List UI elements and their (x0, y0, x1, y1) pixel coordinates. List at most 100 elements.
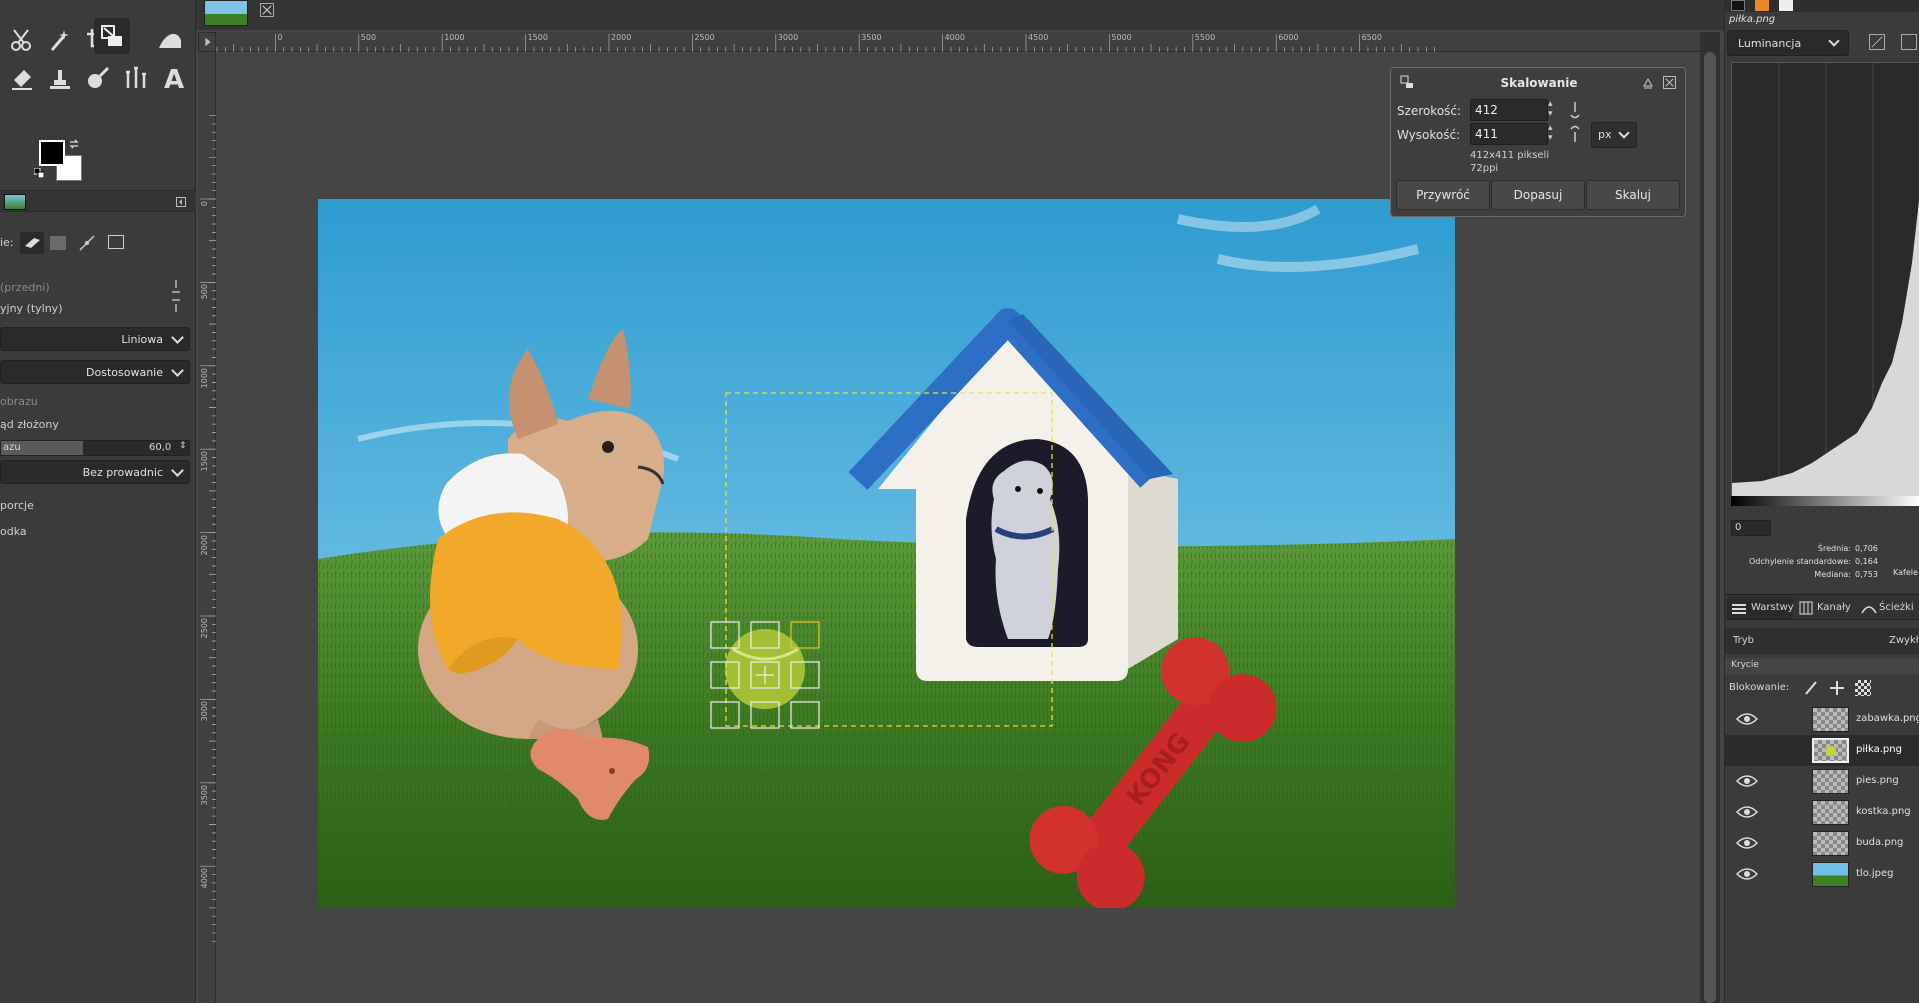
layer-row[interactable]: pies.png (1725, 766, 1919, 797)
image-canvas[interactable]: KONG (318, 199, 1455, 908)
text-icon[interactable]: A (156, 60, 192, 96)
unit-dropdown[interactable]: px (1591, 122, 1637, 148)
vertical-scrollbar[interactable] (1700, 32, 1720, 1003)
histogram-channel-value: Luminancja (1738, 37, 1802, 50)
ruler-label: 4000 (200, 868, 209, 889)
height-spinner-icon[interactable]: ▴ ▾ (1548, 123, 1562, 145)
paths-icon (1861, 606, 1877, 614)
eye-icon[interactable] (1735, 773, 1759, 789)
lock-pixels-icon[interactable] (1803, 680, 1819, 696)
layer-row[interactable]: zabawka.png (1725, 704, 1919, 735)
clone-icon[interactable] (42, 60, 78, 96)
around-center-label[interactable]: odka (0, 525, 27, 538)
ruler-label: 1500 (200, 451, 209, 472)
fit-button[interactable]: Dopasuj (1491, 180, 1585, 210)
scrollbar-thumb[interactable] (1704, 52, 1716, 1003)
eye-icon[interactable] (1735, 866, 1759, 882)
reset-button[interactable]: Przywróć (1396, 180, 1490, 210)
eye-icon[interactable] (1735, 804, 1759, 820)
scale-icon[interactable] (94, 18, 130, 54)
log-histogram-icon[interactable] (1901, 34, 1917, 50)
transform-path-icon[interactable] (78, 234, 96, 252)
width-label: Szerokość: (1397, 104, 1462, 118)
histogram-chart (1731, 62, 1919, 497)
layers-icon (1732, 604, 1746, 614)
layer-opacity-slider[interactable]: Krycie (1725, 658, 1919, 674)
height-input[interactable]: 411 (1470, 123, 1548, 145)
vertical-ruler[interactable]: 0 500 1000 1500 2000 2500 3000 3500 4000 (198, 52, 216, 1003)
brush-swatch[interactable] (1731, 0, 1745, 11)
opacity-slider-label: azu (3, 442, 21, 453)
tool-options-tabbar (0, 190, 196, 212)
tab-channels[interactable]: Kanały (1797, 597, 1857, 619)
brush-preview-strip (1725, 0, 1919, 12)
toolbox-panel: A ie: (przedni) yjny (tylny) Liniowa Dos… (0, 0, 196, 1003)
scissors-select-icon[interactable] (4, 22, 40, 58)
transform-image-icon[interactable] (108, 235, 124, 249)
foreground-color-swatch[interactable] (39, 140, 65, 166)
clipping-value: Dostosowanie (86, 365, 163, 379)
layer-name: zabawka.png (1856, 713, 1919, 724)
horizontal-ruler[interactable]: 0 500 1000 1500 2000 2500 3000 3500 4000 4500 5000… (216, 32, 1700, 52)
measure-icon[interactable] (118, 60, 154, 96)
layer-row[interactable]: kostka.png (1725, 797, 1919, 828)
keep-aspect-label[interactable]: porcje (0, 499, 34, 512)
image-tab-bar (196, 0, 1724, 30)
smudge-icon[interactable] (80, 60, 116, 96)
layers-dock-tabbar: Warstwy Kanały Ścieżki (1725, 594, 1919, 620)
layer-row[interactable]: tlo.jpeg (1725, 859, 1919, 890)
scale-button[interactable]: Skaluj (1586, 180, 1680, 210)
layer-thumbnail (1812, 831, 1849, 856)
layer-row[interactable]: buda.png (1725, 828, 1919, 859)
image-thumbnail-icon[interactable] (4, 194, 26, 210)
chain-link-icon[interactable] (1568, 100, 1582, 144)
swap-colors-icon[interactable] (68, 138, 80, 150)
panel-menu-icon[interactable] (176, 197, 186, 207)
show-image-preview-label[interactable]: obrazu (0, 395, 38, 408)
interpolation-dropdown[interactable]: Liniowa (0, 327, 190, 351)
linear-histogram-icon[interactable] (1869, 34, 1885, 50)
ruler-label: 1000 (200, 367, 209, 389)
tab-paths[interactable]: Ścieżki (1859, 597, 1919, 619)
layer-mode-row[interactable]: Tryb Zwykły (1725, 628, 1919, 654)
warp-icon[interactable] (152, 22, 188, 58)
tab-layers[interactable]: Warstwy (1727, 597, 1794, 619)
guides-dropdown[interactable]: Bez prowadnic (0, 460, 190, 484)
eye-icon[interactable] (1735, 711, 1759, 727)
close-icon[interactable] (260, 3, 274, 17)
default-colors-icon[interactable] (33, 167, 45, 179)
ball-preview (1826, 746, 1836, 756)
gradient-swatch[interactable] (1779, 0, 1793, 11)
chain-link-icon[interactable] (170, 278, 182, 314)
ruler-label: 0 (277, 33, 283, 42)
scale-dialog: Skalowanie Szerokość: 412 ▴ ▾ Wysokość: 4… (1390, 67, 1686, 217)
eye-icon[interactable] (1735, 835, 1759, 851)
spin-arrows-icon[interactable]: ⇕ (179, 441, 187, 451)
width-spinner-icon[interactable]: ▴ ▾ (1548, 99, 1562, 121)
ruler-corner-menu-icon[interactable] (198, 32, 216, 52)
lock-alpha-icon[interactable] (1855, 680, 1871, 696)
transform-layer-icon[interactable] (20, 232, 44, 254)
ruler-label: 2500 (694, 33, 715, 42)
ruler-label: 1500 (527, 33, 548, 42)
fuzzy-select-icon[interactable] (42, 22, 78, 58)
width-input[interactable]: 412 (1470, 99, 1548, 121)
pin-icon[interactable] (1641, 76, 1655, 90)
layer-row[interactable]: piłka.png (1725, 735, 1919, 766)
histogram-channel-dropdown[interactable]: Luminancja (1727, 30, 1849, 56)
direction-forward-label: (przedni) (0, 281, 50, 294)
eraser-icon[interactable] (4, 60, 40, 96)
pattern-swatch[interactable] (1755, 0, 1769, 11)
tab-layers-label: Warstwy (1751, 602, 1794, 613)
image-tab-thumbnail[interactable] (204, 0, 248, 26)
composite-preview-label[interactable]: ąd złożony (0, 418, 59, 431)
lock-position-icon[interactable] (1829, 680, 1845, 696)
chevron-down-icon (171, 364, 184, 377)
close-icon[interactable] (1663, 76, 1676, 89)
ruler-label: 3000 (200, 701, 209, 722)
range-start-input[interactable]: 0 (1731, 520, 1771, 536)
layer-thumbnail (1812, 707, 1849, 732)
transform-selection-icon[interactable] (50, 236, 66, 250)
clipping-dropdown[interactable]: Dostosowanie (0, 360, 190, 384)
preview-opacity-slider[interactable]: azu 60,0 ⇕ (0, 440, 190, 456)
